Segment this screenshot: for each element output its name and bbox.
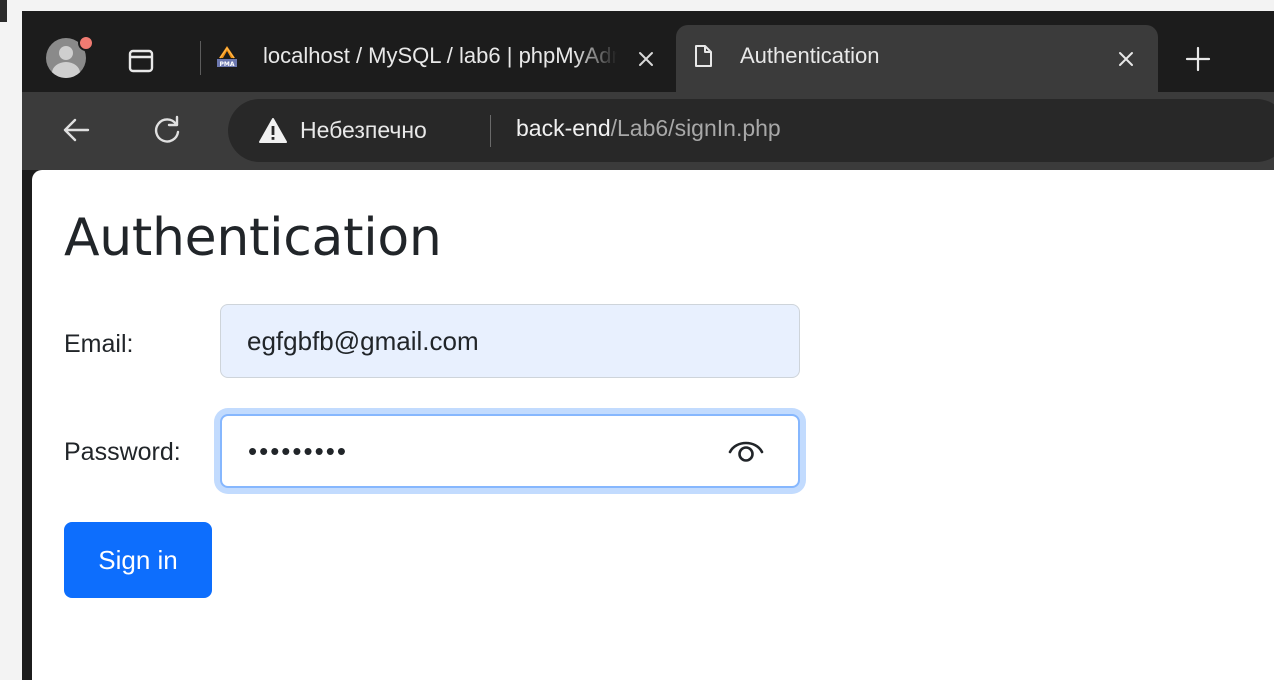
tab-strip: PMA localhost / MySQL / lab6 | phpMyAdmi… xyxy=(22,11,1274,92)
document-icon xyxy=(695,45,712,67)
tab-title: Authentication xyxy=(740,43,880,68)
back-arrow-icon[interactable] xyxy=(58,111,96,149)
tab-separator xyxy=(200,41,201,75)
profile-notification-badge xyxy=(78,35,94,51)
page-content: Authentication Email: Password: Sign in xyxy=(32,170,1274,680)
email-field[interactable] xyxy=(220,304,800,378)
browser-toolbar: Небезпечно back-end/Lab6/signIn.php xyxy=(22,92,1274,170)
avatar-body xyxy=(52,62,80,78)
url-host: back-end xyxy=(516,115,611,141)
warning-triangle-icon xyxy=(259,117,287,143)
browser-window: PMA localhost / MySQL / lab6 | phpMyAdmi… xyxy=(22,11,1274,680)
close-tab-icon[interactable] xyxy=(1114,47,1138,71)
tab-actions-icon xyxy=(128,49,154,73)
password-field[interactable] xyxy=(220,414,800,488)
tab-title: localhost / MySQL / lab6 | phpMyAdmin xyxy=(263,43,617,68)
url-text: back-end/Lab6/signIn.php xyxy=(516,115,781,142)
reload-icon[interactable] xyxy=(148,111,186,149)
new-tab-plus-icon[interactable] xyxy=(1182,43,1214,75)
address-separator xyxy=(490,115,491,147)
window-edge-decoration xyxy=(0,0,7,22)
tab-phpmyadmin[interactable]: PMA localhost / MySQL / lab6 | phpMyAdmi… xyxy=(206,25,668,92)
security-label: Небезпечно xyxy=(300,117,427,143)
url-path: /Lab6/signIn.php xyxy=(610,115,781,141)
email-label: Email: xyxy=(64,330,134,358)
tab-actions-button[interactable] xyxy=(126,46,156,76)
password-label: Password: xyxy=(64,438,181,466)
phpmyadmin-icon: PMA xyxy=(217,46,237,68)
show-password-eye-icon[interactable] xyxy=(726,436,766,466)
page-title: Authentication xyxy=(64,208,442,268)
close-tab-icon[interactable] xyxy=(634,47,658,71)
avatar-head xyxy=(59,46,73,60)
site-security-indicator[interactable]: Небезпечно xyxy=(258,99,427,162)
sign-in-button[interactable]: Sign in xyxy=(64,522,212,598)
svg-text:PMA: PMA xyxy=(219,61,234,68)
address-bar[interactable]: Небезпечно back-end/Lab6/signIn.php xyxy=(228,99,1274,162)
tab-authentication[interactable]: Authentication xyxy=(676,25,1158,92)
